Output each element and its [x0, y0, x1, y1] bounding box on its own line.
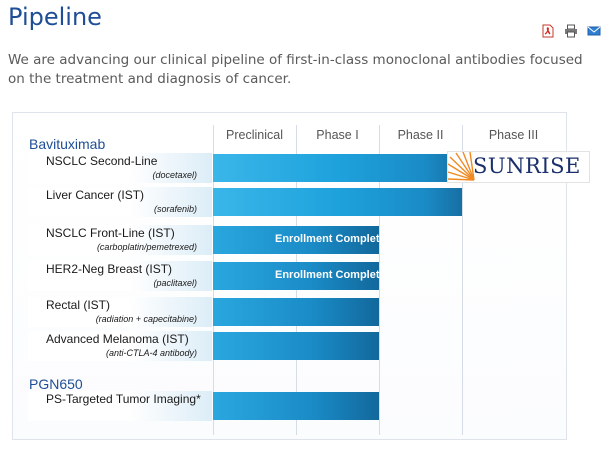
print-icon[interactable] [564, 24, 578, 38]
program-name: HER2-Neg Breast (IST) [46, 262, 173, 276]
progress-bar: Enrollment Complete [213, 262, 386, 290]
program-regimen: (radiation + capecitabine) [95, 314, 197, 324]
progress-bar: Enrollment Complete [213, 226, 386, 254]
program-regimen: (sorafenib) [153, 204, 197, 214]
program-row-label: HER2-Neg Breast (IST) (paclitaxel) [28, 261, 212, 291]
program-regimen: (docetaxel) [152, 170, 197, 180]
program-name: NSCLC Second-Line [46, 154, 158, 168]
progress-bar [213, 298, 379, 326]
pdf-icon[interactable] [541, 24, 555, 38]
program-name: Liver Cancer (IST) [46, 188, 145, 202]
bar-status-text: Enrollment Complete [275, 269, 386, 281]
page-title: Pipeline [8, 3, 102, 31]
program-row-label: Rectal (IST) (radiation + capecitabine) [28, 297, 212, 327]
program-row-label: NSCLC Second-Line (docetaxel) [28, 153, 212, 183]
progress-bar [213, 332, 379, 360]
group-title-bavituximab: Bavituximab [29, 136, 106, 152]
program-row-label: Advanced Melanoma (IST) (anti-CTLA-4 ant… [28, 331, 212, 361]
program-row-label: Liver Cancer (IST) (sorafenib) [28, 187, 212, 217]
bar-status-text: Enrollment Complete [275, 233, 386, 245]
program-name: Advanced Melanoma (IST) [46, 332, 189, 346]
group-title-pgn650: PGN650 [29, 376, 83, 392]
partner-name: SUNRISE [473, 154, 581, 178]
program-row-label: NSCLC Front-Line (IST) (carboplatin/peme… [28, 225, 212, 255]
program-name: NSCLC Front-Line (IST) [46, 226, 175, 240]
progress-bar [213, 188, 462, 216]
phase-header-phase-3: Phase III [488, 128, 539, 142]
email-icon[interactable] [587, 24, 601, 38]
phase-header-phase-1: Phase I [316, 128, 359, 142]
progress-bar [213, 154, 462, 182]
partner-logo-sunrise: SUNRISE [447, 151, 590, 183]
program-regimen: (carboplatin/pemetrexed) [96, 242, 197, 252]
intro-text: We are advancing our clinical pipeline o… [8, 52, 583, 87]
page-toolbar [541, 24, 601, 38]
program-name: Rectal (IST) [46, 298, 111, 312]
program-name: PS-Targeted Tumor Imaging* [46, 392, 201, 406]
phase-header-phase-2: Phase II [397, 128, 444, 142]
program-regimen: (paclitaxel) [153, 278, 197, 288]
program-row-label: PS-Targeted Tumor Imaging* [28, 391, 212, 421]
program-regimen: (anti-CTLA-4 antibody) [105, 348, 197, 358]
sun-icon [448, 152, 475, 181]
progress-bar [213, 392, 379, 420]
phase-header-preclinical: Preclinical [226, 128, 283, 142]
